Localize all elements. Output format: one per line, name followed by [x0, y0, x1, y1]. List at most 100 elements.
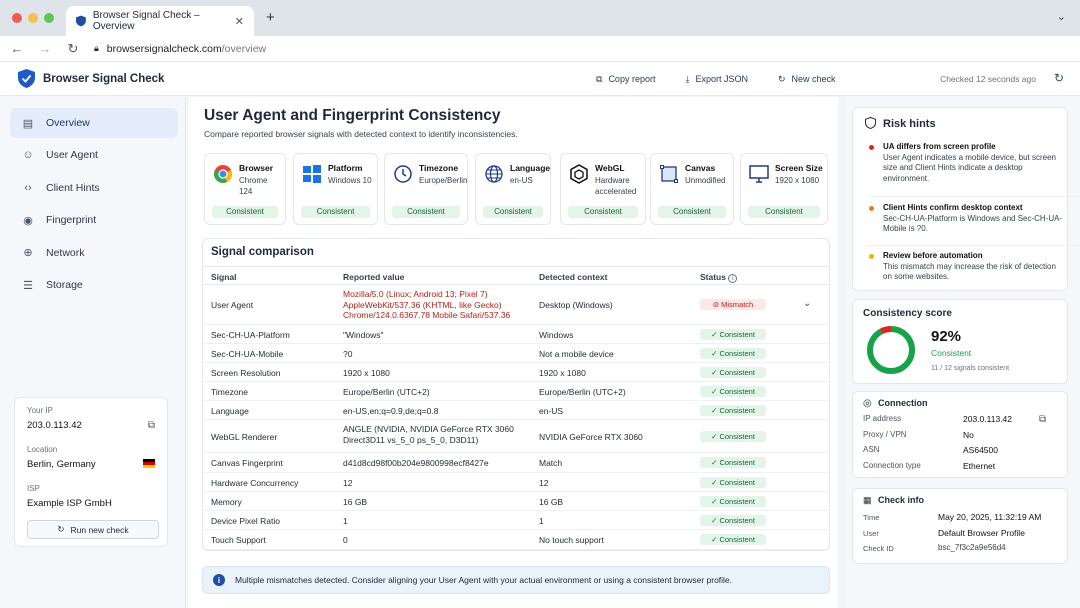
- hint-description: This mismatch may increase the risk of d…: [883, 261, 1056, 282]
- copy-report-button[interactable]: ⧉ Copy report: [596, 74, 655, 85]
- globe-icon: ◎: [863, 398, 872, 409]
- status-badge: ✓ Consistent: [700, 430, 766, 442]
- check-info-value: May 20, 2025, 11:32:19 AM: [938, 512, 1042, 522]
- sidebar-item-overview[interactable]: ▤ Overview: [10, 108, 178, 138]
- forward-icon[interactable]: →: [38, 41, 52, 56]
- new-tab-button[interactable]: +: [266, 9, 275, 26]
- signal-name: Touch Support: [211, 535, 266, 545]
- minimize-window-button[interactable]: [28, 13, 38, 23]
- back-icon[interactable]: ←: [10, 41, 24, 56]
- status-text: Consistent: [719, 496, 755, 506]
- status-badge: ✓ Consistent: [700, 514, 766, 526]
- table-row[interactable]: Memory 16 GB 16 GB ✓ Consistent: [203, 492, 829, 511]
- expand-chevron-icon[interactable]: ⌄: [803, 298, 811, 309]
- url-path: /overview: [221, 42, 267, 55]
- detected-context: Desktop (Windows): [539, 300, 613, 310]
- summary-card-title: Canvas: [685, 163, 716, 173]
- table-row[interactable]: User Agent Mozilla/5.0 (Linux; Android 13…: [203, 285, 829, 325]
- table-row[interactable]: Hardware Concurrency 12 12 ✓ Consistent: [203, 473, 829, 492]
- sidebar-item-network[interactable]: ⊕ Network: [10, 238, 178, 268]
- reported-value: Europe/Berlin (UTC+2): [343, 386, 430, 397]
- reported-value: ?0: [343, 348, 353, 359]
- check-info-value: Default Browser Profile: [938, 527, 1025, 538]
- new-check-label: New check: [791, 74, 836, 84]
- tab-menu-chevron-icon[interactable]: ⌄: [1057, 10, 1066, 23]
- info-circle-icon[interactable]: i: [728, 274, 738, 283]
- url-field[interactable]: 🔒︎ browsersignalcheck.com/overview: [94, 43, 266, 55]
- status-badge: Consistent: [483, 206, 543, 218]
- summary-card-language[interactable]: Language en-US Consistent: [475, 153, 551, 225]
- summary-card-title: Platform: [328, 163, 363, 173]
- table-row[interactable]: Canvas Fingerprint d41d8cd98f00b204e98009…: [203, 453, 829, 473]
- export-json-button[interactable]: ⤓ Export JSON: [685, 74, 748, 85]
- summary-card-webgl[interactable]: WebGL Hardware accelerated Consistent: [560, 153, 646, 225]
- database-icon: ☰: [23, 279, 33, 292]
- status-badge: Consistent: [301, 206, 370, 218]
- copy-ip-icon[interactable]: ⧉: [1039, 414, 1046, 425]
- copy-report-label: Copy report: [608, 74, 656, 84]
- page-title: User Agent and Fingerprint Consistency: [204, 107, 501, 124]
- reported-value: 1: [343, 515, 348, 526]
- reported-value: d41d8cd98f00b204e9800998ecf8427e: [343, 458, 489, 468]
- export-json-label: Export JSON: [695, 74, 748, 84]
- tab-title: Browser Signal Check – Overview: [92, 10, 200, 32]
- refresh-button[interactable]: ↻: [1054, 71, 1064, 85]
- signal-name: Screen Resolution: [211, 367, 281, 378]
- risk-hints-title: Risk hints: [883, 118, 936, 130]
- maximize-window-button[interactable]: [44, 13, 54, 23]
- connection-key: ASN: [863, 445, 880, 454]
- reload-icon[interactable]: ↻: [66, 41, 80, 57]
- new-check-button[interactable]: ↻ New check: [778, 74, 836, 85]
- isp-value: Example ISP GmbH: [27, 498, 112, 509]
- status-badge: ✓ Consistent: [700, 347, 766, 359]
- table-row[interactable]: WebGL Renderer ANGLE (NVIDIA, NVIDIA GeFo…: [203, 420, 829, 453]
- detected-context: en-US: [539, 405, 564, 416]
- detected-context: 12: [539, 477, 549, 488]
- table-row[interactable]: Timezone Europe/Berlin (UTC+2) Europe/Berl…: [203, 382, 829, 401]
- close-tab-icon[interactable]: ✕: [235, 15, 244, 28]
- table-row[interactable]: Sec-CH-UA-Platform "Windows" Windows ✓ Cons…: [203, 325, 829, 344]
- signal-name: Canvas Fingerprint: [211, 458, 283, 468]
- table-row[interactable]: Language en-US,en;q=0.9,de;q=0.8 en-US ✓ Co…: [203, 401, 829, 420]
- status-badge: Consistent: [392, 206, 460, 218]
- table-row[interactable]: Device Pixel Ratio 1 1 ✓ Consistent: [203, 511, 829, 530]
- refresh-icon: ↻: [777, 73, 786, 84]
- summary-card-browser[interactable]: Browser Chrome 124 Consistent: [204, 153, 286, 225]
- table-row[interactable]: Screen Resolution 1920 x 1080 1920 x 1080 ✓…: [203, 363, 829, 382]
- code-icon: ‹›: [24, 181, 32, 194]
- check-info-key: Time: [863, 513, 880, 522]
- summary-card-value: Hardware accelerated: [595, 176, 637, 196]
- copy-ip-icon[interactable]: ⧉: [148, 420, 155, 431]
- sidebar-item-client-hints[interactable]: ‹› Client Hints: [10, 173, 178, 203]
- brand[interactable]: Browser Signal Check: [18, 69, 164, 88]
- reported-value: 1920 x 1080: [343, 367, 390, 378]
- sidebar-item-fingerprint[interactable]: ◉ Fingerprint: [10, 205, 178, 235]
- user-icon: ☺: [22, 149, 34, 162]
- germany-flag-icon: [143, 459, 155, 468]
- sidebar-item-storage[interactable]: ☰ Storage: [10, 270, 178, 300]
- brand-name: Browser Signal Check: [43, 72, 165, 85]
- location-label: Location: [27, 445, 58, 454]
- browser-tab[interactable]: Browser Signal Check – Overview ✕: [66, 6, 254, 36]
- url-domain: browsersignalcheck.com: [106, 42, 222, 55]
- webgl-icon: [570, 164, 588, 184]
- sidebar-item-label: Client Hints: [46, 181, 100, 194]
- clock-icon: [394, 165, 412, 183]
- sidebar-item-user-agent[interactable]: ☺ User Agent: [10, 140, 178, 170]
- summary-card-platform[interactable]: Platform Windows 10 Consistent: [293, 153, 378, 225]
- status-badge: Consistent: [748, 206, 820, 218]
- summary-card-title: Screen Size: [775, 163, 823, 173]
- status-badge: ✓ Consistent: [700, 495, 766, 507]
- table-row[interactable]: Touch Support 0 No touch support ✓ Consiste…: [203, 530, 829, 550]
- lock-icon: 🔒︎: [94, 43, 99, 53]
- summary-card-screen-size[interactable]: Screen Size 1920 x 1080 Consistent: [740, 153, 828, 225]
- close-window-button[interactable]: [12, 13, 22, 23]
- status-badge: ✓ Consistent: [700, 404, 766, 416]
- summary-card-canvas[interactable]: Canvas Unmodified Consistent: [650, 153, 734, 225]
- table-row[interactable]: Sec-CH-UA-Mobile ?0 Not a mobile device ✓ C…: [203, 344, 829, 363]
- status-text: Consistent: [719, 386, 755, 396]
- run-new-check-button[interactable]: ↻ Run new check: [27, 520, 159, 539]
- summary-card-timezone[interactable]: Timezone Europe/Berlin Consistent: [384, 153, 468, 225]
- score-ring: [867, 326, 915, 374]
- col-status: Status i: [700, 272, 738, 283]
